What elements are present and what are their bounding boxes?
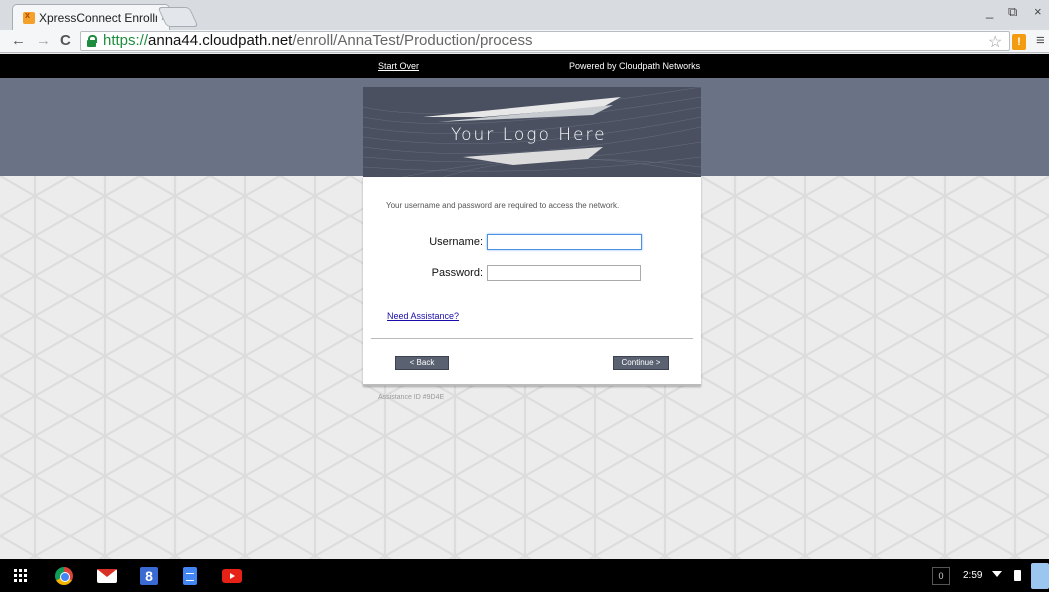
powered-by-text: Powered by Cloudpath Networks xyxy=(569,61,701,71)
continue-button[interactable]: Continue > xyxy=(613,356,669,370)
minimize-button[interactable]: _ xyxy=(986,4,993,19)
reload-icon[interactable]: C xyxy=(60,32,71,49)
browser-toolbar: ← → C https://anna44.cloudpath.net/enrol… xyxy=(0,30,1049,53)
username-label: Username: xyxy=(429,236,483,248)
tab-strip: XpressConnect Enrollme × _ ⧉ × xyxy=(0,0,1049,30)
lock-icon xyxy=(87,35,97,47)
need-assistance-link[interactable]: Need Assistance? xyxy=(387,311,459,321)
card-bottom-border xyxy=(363,384,701,386)
page-top-bar: Start Over Powered by Cloudpath Networks xyxy=(0,54,1049,78)
divider xyxy=(371,338,693,339)
url-scheme: https:// xyxy=(103,32,149,49)
notification-counter[interactable]: 0 xyxy=(932,567,950,585)
back-arrow-icon[interactable]: ← xyxy=(11,32,26,49)
docs-icon[interactable] xyxy=(183,567,197,585)
start-over-link[interactable]: Start Over xyxy=(378,61,419,71)
forward-arrow-icon[interactable]: → xyxy=(36,32,51,49)
logo-banner: Your Logo Here xyxy=(363,87,701,177)
tab-title: XpressConnect Enrollme xyxy=(39,10,157,25)
gmail-icon[interactable] xyxy=(97,569,117,583)
extension-icon[interactable]: ! xyxy=(1012,34,1026,50)
battery-icon[interactable] xyxy=(1014,570,1021,581)
wifi-icon[interactable] xyxy=(992,571,1002,577)
app-launcher-icon[interactable] xyxy=(14,569,28,582)
google-plus-icon[interactable]: 8 xyxy=(140,567,158,585)
os-shelf: 8 0 2:59 xyxy=(0,559,1049,592)
back-button[interactable]: < Back xyxy=(395,356,449,370)
close-window-button[interactable]: × xyxy=(1034,4,1042,19)
address-bar[interactable]: https://anna44.cloudpath.net/enroll/Anna… xyxy=(80,31,1010,51)
intro-text: Your username and password are required … xyxy=(386,201,620,210)
chrome-icon[interactable] xyxy=(55,567,73,585)
youtube-icon[interactable] xyxy=(222,569,242,583)
password-input[interactable] xyxy=(487,265,641,281)
restore-button[interactable]: ⧉ xyxy=(1008,4,1017,20)
login-card: Your username and password are required … xyxy=(363,177,701,386)
bookmark-star-icon[interactable]: ☆ xyxy=(988,32,1002,52)
url-path: /enroll/AnnaTest/Production/process xyxy=(292,32,533,49)
user-avatar[interactable] xyxy=(1031,563,1049,589)
favicon-icon xyxy=(23,10,35,24)
chrome-menu-icon[interactable]: ≡ xyxy=(1036,32,1045,49)
logo-text: Your Logo Here xyxy=(451,125,607,145)
assistance-id: Assistance ID #9D4E xyxy=(378,394,445,401)
browser-tab[interactable]: XpressConnect Enrollme × xyxy=(12,4,170,30)
clock[interactable]: 2:59 xyxy=(963,570,982,581)
url-host: anna44.cloudpath.net xyxy=(148,32,293,49)
password-label: Password: xyxy=(431,267,483,279)
username-input[interactable] xyxy=(487,234,642,250)
